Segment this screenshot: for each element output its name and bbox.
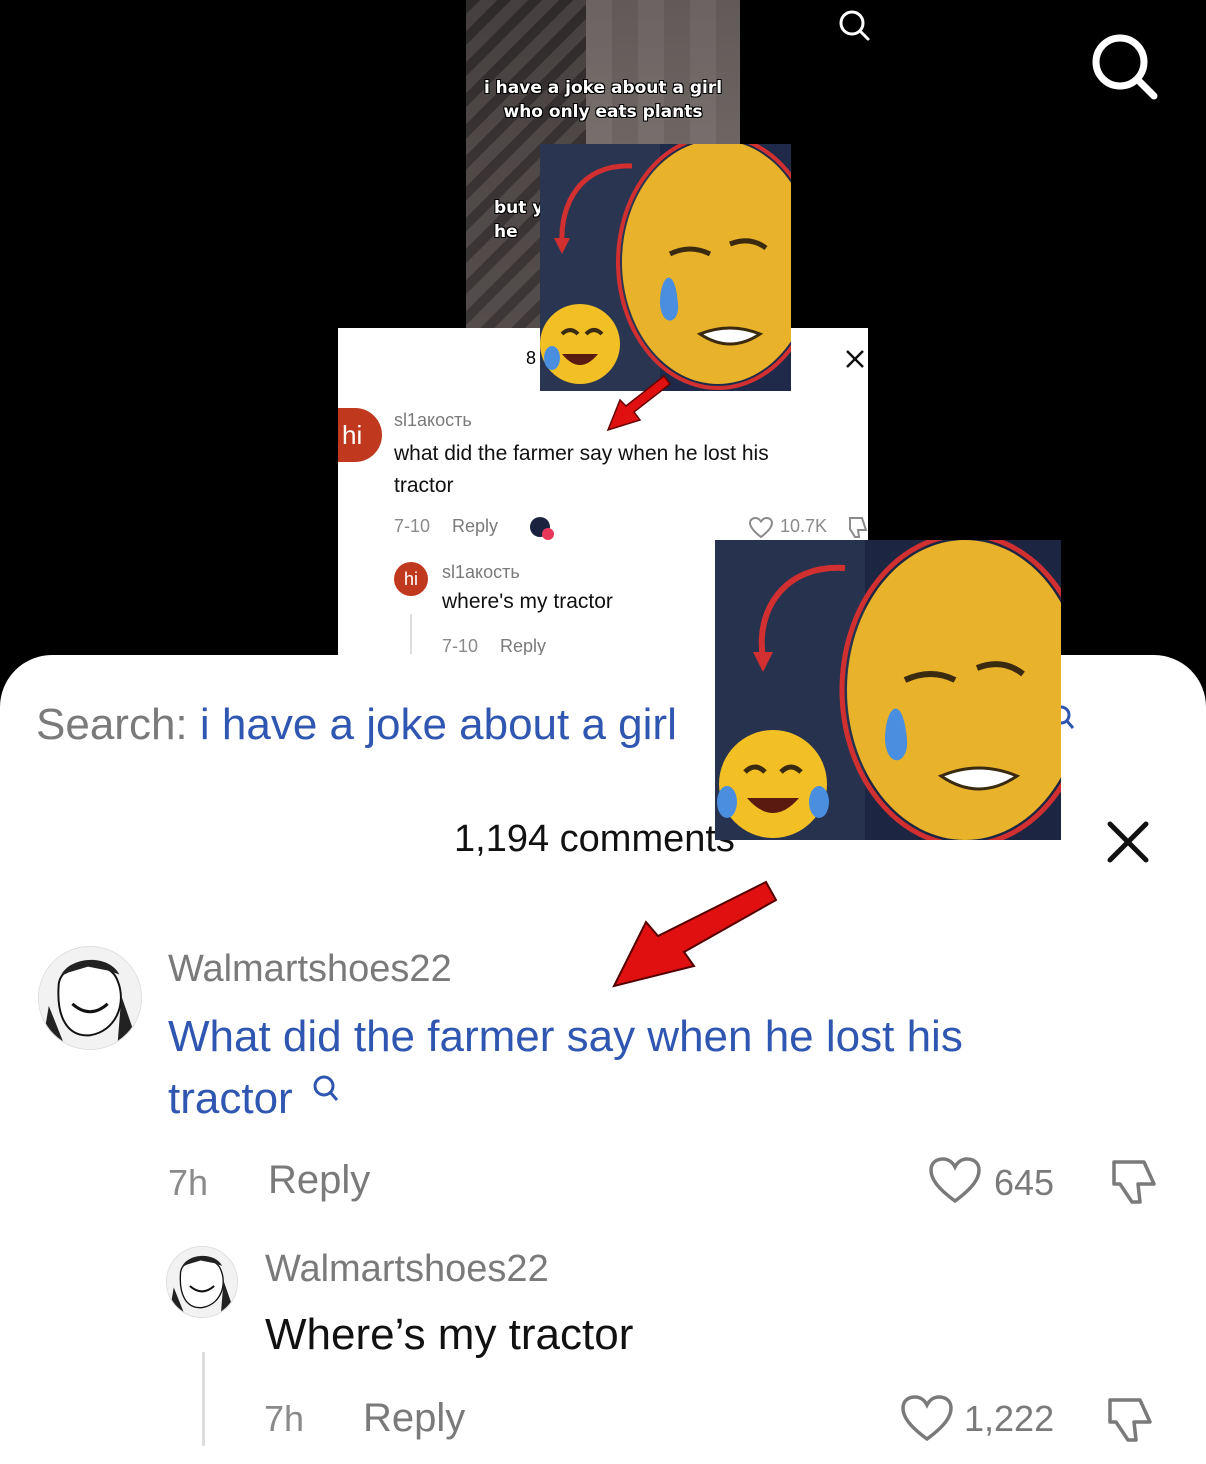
reply-date: 7-10 — [442, 636, 479, 656]
comment-username: sl1акость — [394, 410, 472, 430]
heart-icon[interactable] — [928, 1156, 982, 1206]
like-count: 1,222 — [964, 1398, 1055, 1439]
avatar[interactable] — [166, 1246, 238, 1318]
heart-icon — [748, 516, 774, 539]
dislike-icon[interactable] — [1104, 1394, 1156, 1446]
comment-time: 7h — [168, 1162, 209, 1203]
search-query[interactable]: i have a joke about a girl — [200, 700, 677, 749]
comments-count: 1,194 comments — [454, 818, 735, 860]
avatar[interactable] — [38, 946, 142, 1050]
reply-button[interactable]: Reply — [268, 1158, 370, 1203]
heart-icon[interactable] — [900, 1394, 954, 1444]
reply-username: sl1акость — [442, 562, 520, 582]
reply-thread-line — [202, 1352, 205, 1446]
search-suggestion[interactable]: Search: i have a joke about a girl — [36, 700, 677, 750]
close-icon[interactable] — [1104, 818, 1152, 866]
reply-button: Reply — [452, 516, 499, 536]
meme-image — [540, 144, 791, 391]
close-icon — [846, 350, 864, 368]
avatar: hi — [338, 408, 382, 462]
comment-date: 7-10 — [394, 516, 431, 536]
reply-username[interactable]: Walmartshoes22 — [265, 1248, 549, 1291]
reply-text: where's my tractor — [442, 590, 613, 613]
like-count: 10.7K — [780, 516, 828, 536]
reply-button: Reply — [500, 636, 547, 656]
comment-count: 8 — [526, 348, 537, 368]
arrow-icon — [612, 880, 778, 988]
comment-text: what did the farmer say when he lost his… — [394, 442, 769, 497]
search-icon[interactable] — [312, 1074, 340, 1104]
creator-like-icon — [530, 517, 554, 540]
dislike-icon[interactable] — [1108, 1156, 1160, 1208]
search-label: Search: — [36, 700, 188, 749]
video-caption: i have a joke about a girl who only eats… — [483, 78, 723, 122]
search-icon[interactable] — [1086, 30, 1164, 108]
comment-username[interactable]: Walmartshoes22 — [168, 948, 452, 991]
reply-button[interactable]: Reply — [363, 1396, 465, 1441]
arrow-icon — [606, 374, 672, 432]
reply-time: 7h — [264, 1398, 305, 1439]
meme-image — [715, 540, 1061, 840]
reply-thread-line — [410, 614, 412, 654]
search-icon[interactable] — [836, 8, 872, 44]
like-count: 645 — [994, 1162, 1055, 1203]
dislike-icon — [849, 517, 868, 538]
avatar: hi — [394, 562, 428, 596]
reply-text[interactable]: Where’s my tractor — [265, 1304, 633, 1366]
comment-text[interactable]: What did the farmer say when he lost his… — [168, 1006, 1088, 1130]
